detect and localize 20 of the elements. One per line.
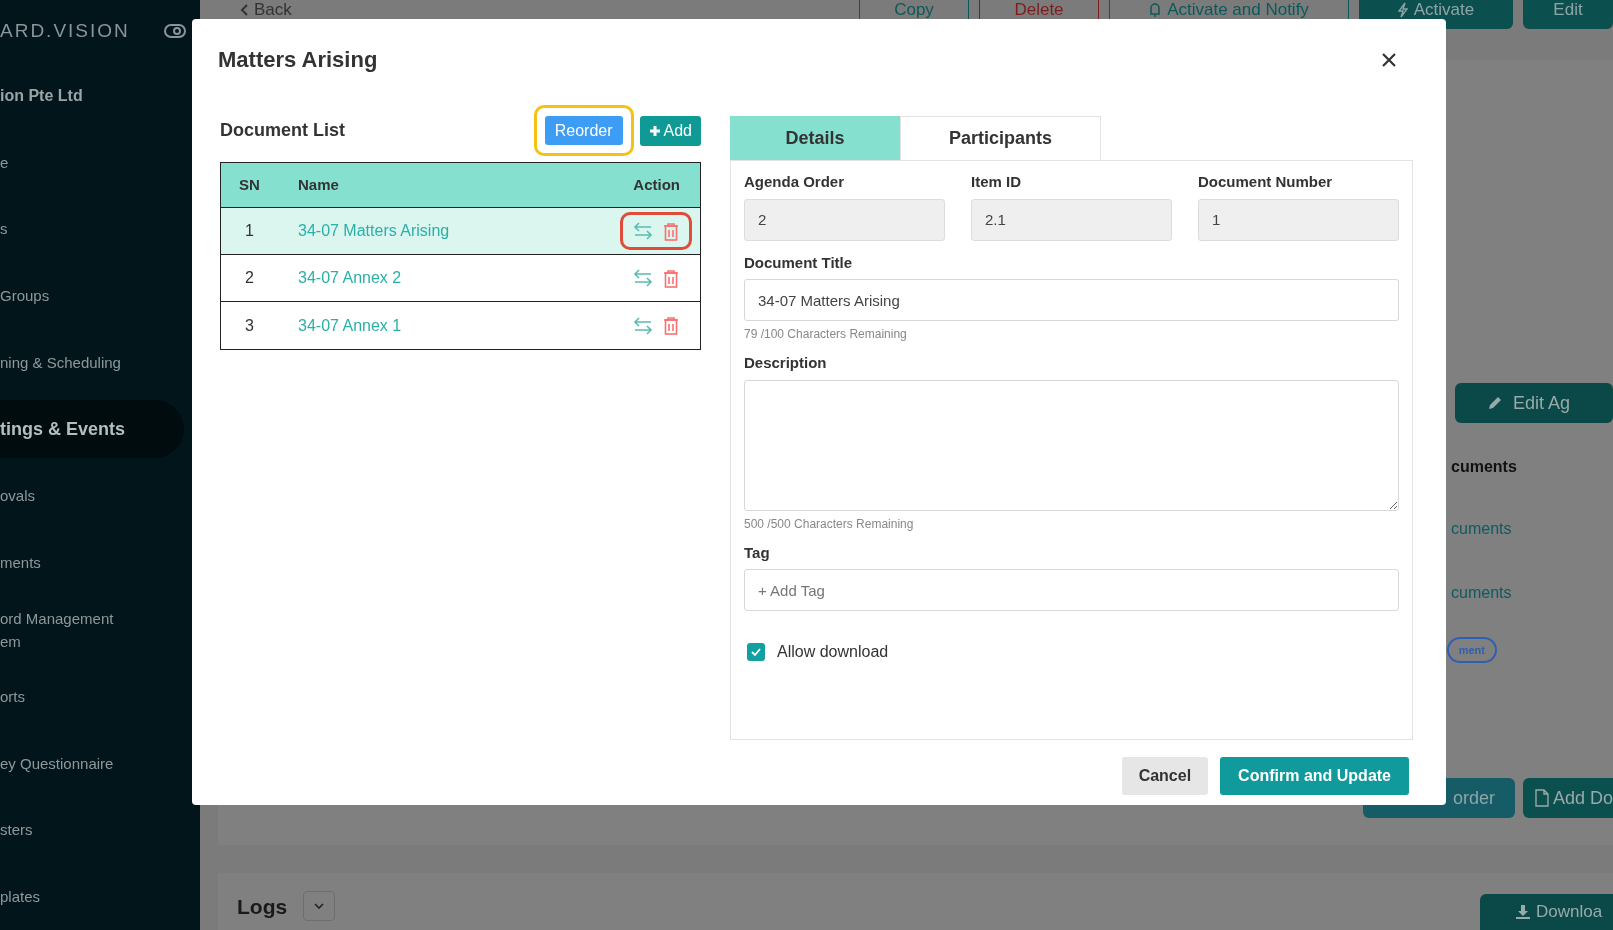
column-header: Name [297,174,340,195]
table-cell-text: 1 [244,221,255,241]
field-label: Description [744,353,828,373]
field-label: Document Number [1198,172,1334,192]
table-cell-text: 2 [244,268,255,288]
field-label: Document Title [744,252,854,273]
field-label: Agenda Order [744,172,846,192]
section-title: Logs [237,893,288,920]
table-cell-text: 3 [244,315,255,336]
character-counter: 79 /100 Characters Remaining [744,326,908,343]
section-heading: cuments [1451,457,1517,477]
column-header: Action [633,174,681,195]
dialog-title: Matters Arising [218,46,378,74]
checkbox-label: Allow download [777,642,889,662]
brand-logo: ARD.VISION [0,18,130,43]
section-title: Document List [220,119,345,142]
column-header: SN [238,174,261,195]
field-label: Tag [744,542,771,563]
field-label: Item ID [971,172,1022,192]
character-counter: 500 /500 Characters Remaining [744,515,915,533]
